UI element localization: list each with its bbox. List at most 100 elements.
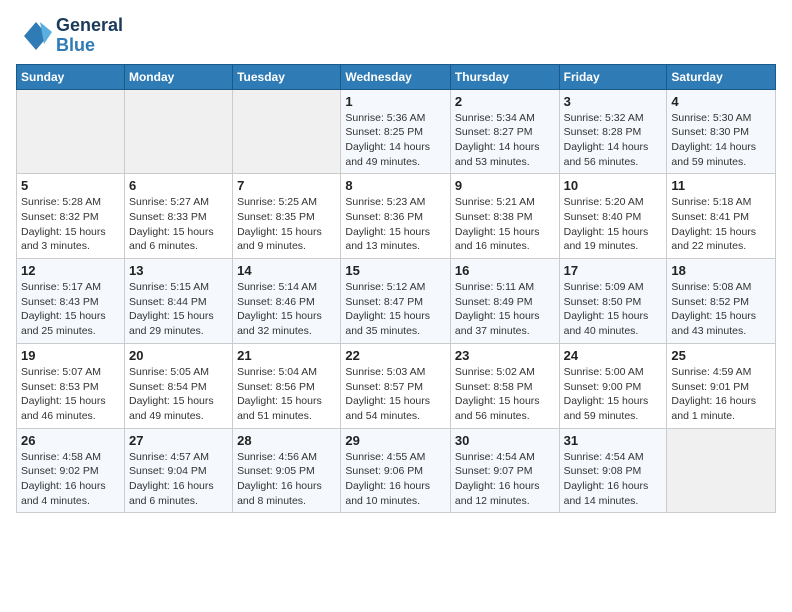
- day-info: Sunrise: 4:56 AMSunset: 9:05 PMDaylight:…: [237, 450, 336, 509]
- calendar-cell: 17 Sunrise: 5:09 AMSunset: 8:50 PMDayligh…: [559, 259, 667, 344]
- calendar-cell: 21 Sunrise: 5:04 AMSunset: 8:56 PMDayligh…: [233, 343, 341, 428]
- logo-text: General Blue: [56, 16, 123, 56]
- calendar-cell: 13 Sunrise: 5:15 AMSunset: 8:44 PMDayligh…: [124, 259, 232, 344]
- day-number: 24: [564, 348, 663, 363]
- day-info: Sunrise: 5:05 AMSunset: 8:54 PMDaylight:…: [129, 365, 228, 424]
- day-number: 19: [21, 348, 120, 363]
- day-info: Sunrise: 5:18 AMSunset: 8:41 PMDaylight:…: [671, 195, 771, 254]
- day-info: Sunrise: 5:30 AMSunset: 8:30 PMDaylight:…: [671, 111, 771, 170]
- day-number: 17: [564, 263, 663, 278]
- calendar-body: 1 Sunrise: 5:36 AMSunset: 8:25 PMDaylight…: [17, 89, 776, 513]
- day-info: Sunrise: 5:00 AMSunset: 9:00 PMDaylight:…: [564, 365, 663, 424]
- calendar-cell: 5 Sunrise: 5:28 AMSunset: 8:32 PMDaylight…: [17, 174, 125, 259]
- day-info: Sunrise: 5:28 AMSunset: 8:32 PMDaylight:…: [21, 195, 120, 254]
- calendar-cell: 3 Sunrise: 5:32 AMSunset: 8:28 PMDaylight…: [559, 89, 667, 174]
- calendar-week-row: 12 Sunrise: 5:17 AMSunset: 8:43 PMDayligh…: [17, 259, 776, 344]
- day-info: Sunrise: 5:02 AMSunset: 8:58 PMDaylight:…: [455, 365, 555, 424]
- day-info: Sunrise: 4:57 AMSunset: 9:04 PMDaylight:…: [129, 450, 228, 509]
- day-info: Sunrise: 5:36 AMSunset: 8:25 PMDaylight:…: [345, 111, 446, 170]
- calendar-cell: 14 Sunrise: 5:14 AMSunset: 8:46 PMDayligh…: [233, 259, 341, 344]
- day-info: Sunrise: 5:14 AMSunset: 8:46 PMDaylight:…: [237, 280, 336, 339]
- calendar-cell: 10Sunrise: 5:20 AMSunset: 8:40 PMDayligh…: [559, 174, 667, 259]
- calendar-cell: [124, 89, 232, 174]
- day-number: 12: [21, 263, 120, 278]
- day-info: Sunrise: 5:17 AMSunset: 8:43 PMDaylight:…: [21, 280, 120, 339]
- day-number: 4: [671, 94, 771, 109]
- day-of-week-header: Tuesday: [233, 64, 341, 89]
- calendar-cell: 30 Sunrise: 4:54 AMSunset: 9:07 PMDayligh…: [450, 428, 559, 513]
- calendar-week-row: 5 Sunrise: 5:28 AMSunset: 8:32 PMDaylight…: [17, 174, 776, 259]
- day-number: 1: [345, 94, 446, 109]
- day-info: Sunrise: 5:32 AMSunset: 8:28 PMDaylight:…: [564, 111, 663, 170]
- calendar-cell: 1 Sunrise: 5:36 AMSunset: 8:25 PMDaylight…: [341, 89, 451, 174]
- day-info: Sunrise: 5:08 AMSunset: 8:52 PMDaylight:…: [671, 280, 771, 339]
- day-number: 7: [237, 178, 336, 193]
- day-number: 16: [455, 263, 555, 278]
- calendar-cell: 20 Sunrise: 5:05 AMSunset: 8:54 PMDayligh…: [124, 343, 232, 428]
- day-of-week-header: Monday: [124, 64, 232, 89]
- day-number: 26: [21, 433, 120, 448]
- day-number: 3: [564, 94, 663, 109]
- day-number: 5: [21, 178, 120, 193]
- day-info: Sunrise: 4:54 AMSunset: 9:08 PMDaylight:…: [564, 450, 663, 509]
- day-number: 29: [345, 433, 446, 448]
- day-number: 6: [129, 178, 228, 193]
- calendar-table: SundayMondayTuesdayWednesdayThursdayFrid…: [16, 64, 776, 514]
- day-info: Sunrise: 4:55 AMSunset: 9:06 PMDaylight:…: [345, 450, 446, 509]
- day-info: Sunrise: 5:15 AMSunset: 8:44 PMDaylight:…: [129, 280, 228, 339]
- page-header: General Blue: [16, 16, 776, 56]
- day-of-week-header: Sunday: [17, 64, 125, 89]
- day-of-week-header: Wednesday: [341, 64, 451, 89]
- day-info: Sunrise: 5:12 AMSunset: 8:47 PMDaylight:…: [345, 280, 446, 339]
- calendar-cell: 9 Sunrise: 5:21 AMSunset: 8:38 PMDaylight…: [450, 174, 559, 259]
- day-number: 20: [129, 348, 228, 363]
- calendar-cell: [233, 89, 341, 174]
- calendar-cell: [17, 89, 125, 174]
- day-number: 9: [455, 178, 555, 193]
- day-of-week-header: Friday: [559, 64, 667, 89]
- day-number: 15: [345, 263, 446, 278]
- day-number: 11: [671, 178, 771, 193]
- day-number: 2: [455, 94, 555, 109]
- day-number: 30: [455, 433, 555, 448]
- calendar-cell: 25 Sunrise: 4:59 AMSunset: 9:01 PMDayligh…: [667, 343, 776, 428]
- day-info: Sunrise: 4:54 AMSunset: 9:07 PMDaylight:…: [455, 450, 555, 509]
- day-number: 13: [129, 263, 228, 278]
- day-info: Sunrise: 5:09 AMSunset: 8:50 PMDaylight:…: [564, 280, 663, 339]
- calendar-cell: 6Sunrise: 5:27 AMSunset: 8:33 PMDaylight…: [124, 174, 232, 259]
- day-info: Sunrise: 5:04 AMSunset: 8:56 PMDaylight:…: [237, 365, 336, 424]
- calendar-cell: 4 Sunrise: 5:30 AMSunset: 8:30 PMDaylight…: [667, 89, 776, 174]
- day-number: 21: [237, 348, 336, 363]
- day-info: Sunrise: 4:58 AMSunset: 9:02 PMDaylight:…: [21, 450, 120, 509]
- day-number: 8: [345, 178, 446, 193]
- calendar-week-row: 26 Sunrise: 4:58 AMSunset: 9:02 PMDayligh…: [17, 428, 776, 513]
- calendar-cell: 16 Sunrise: 5:11 AMSunset: 8:49 PMDayligh…: [450, 259, 559, 344]
- calendar-cell: 28 Sunrise: 4:56 AMSunset: 9:05 PMDayligh…: [233, 428, 341, 513]
- day-number: 28: [237, 433, 336, 448]
- calendar-cell: 26 Sunrise: 4:58 AMSunset: 9:02 PMDayligh…: [17, 428, 125, 513]
- day-info: Sunrise: 5:03 AMSunset: 8:57 PMDaylight:…: [345, 365, 446, 424]
- calendar-week-row: 19Sunrise: 5:07 AMSunset: 8:53 PMDayligh…: [17, 343, 776, 428]
- day-number: 18: [671, 263, 771, 278]
- day-of-week-header: Thursday: [450, 64, 559, 89]
- day-number: 25: [671, 348, 771, 363]
- day-info: Sunrise: 5:11 AMSunset: 8:49 PMDaylight:…: [455, 280, 555, 339]
- calendar-cell: 7 Sunrise: 5:25 AMSunset: 8:35 PMDaylight…: [233, 174, 341, 259]
- calendar-cell: 2 Sunrise: 5:34 AMSunset: 8:27 PMDaylight…: [450, 89, 559, 174]
- day-info: Sunrise: 5:25 AMSunset: 8:35 PMDaylight:…: [237, 195, 336, 254]
- day-info: Sunrise: 4:59 AMSunset: 9:01 PMDaylight:…: [671, 365, 771, 424]
- days-of-week-row: SundayMondayTuesdayWednesdayThursdayFrid…: [17, 64, 776, 89]
- logo: General Blue: [16, 16, 123, 56]
- calendar-cell: 22 Sunrise: 5:03 AMSunset: 8:57 PMDayligh…: [341, 343, 451, 428]
- day-info: Sunrise: 5:34 AMSunset: 8:27 PMDaylight:…: [455, 111, 555, 170]
- calendar-cell: 12 Sunrise: 5:17 AMSunset: 8:43 PMDayligh…: [17, 259, 125, 344]
- day-number: 14: [237, 263, 336, 278]
- day-of-week-header: Saturday: [667, 64, 776, 89]
- day-number: 22: [345, 348, 446, 363]
- calendar-cell: 23Sunrise: 5:02 AMSunset: 8:58 PMDayligh…: [450, 343, 559, 428]
- day-info: Sunrise: 5:20 AMSunset: 8:40 PMDaylight:…: [564, 195, 663, 254]
- day-number: 27: [129, 433, 228, 448]
- day-info: Sunrise: 5:21 AMSunset: 8:38 PMDaylight:…: [455, 195, 555, 254]
- day-number: 31: [564, 433, 663, 448]
- calendar-cell: [667, 428, 776, 513]
